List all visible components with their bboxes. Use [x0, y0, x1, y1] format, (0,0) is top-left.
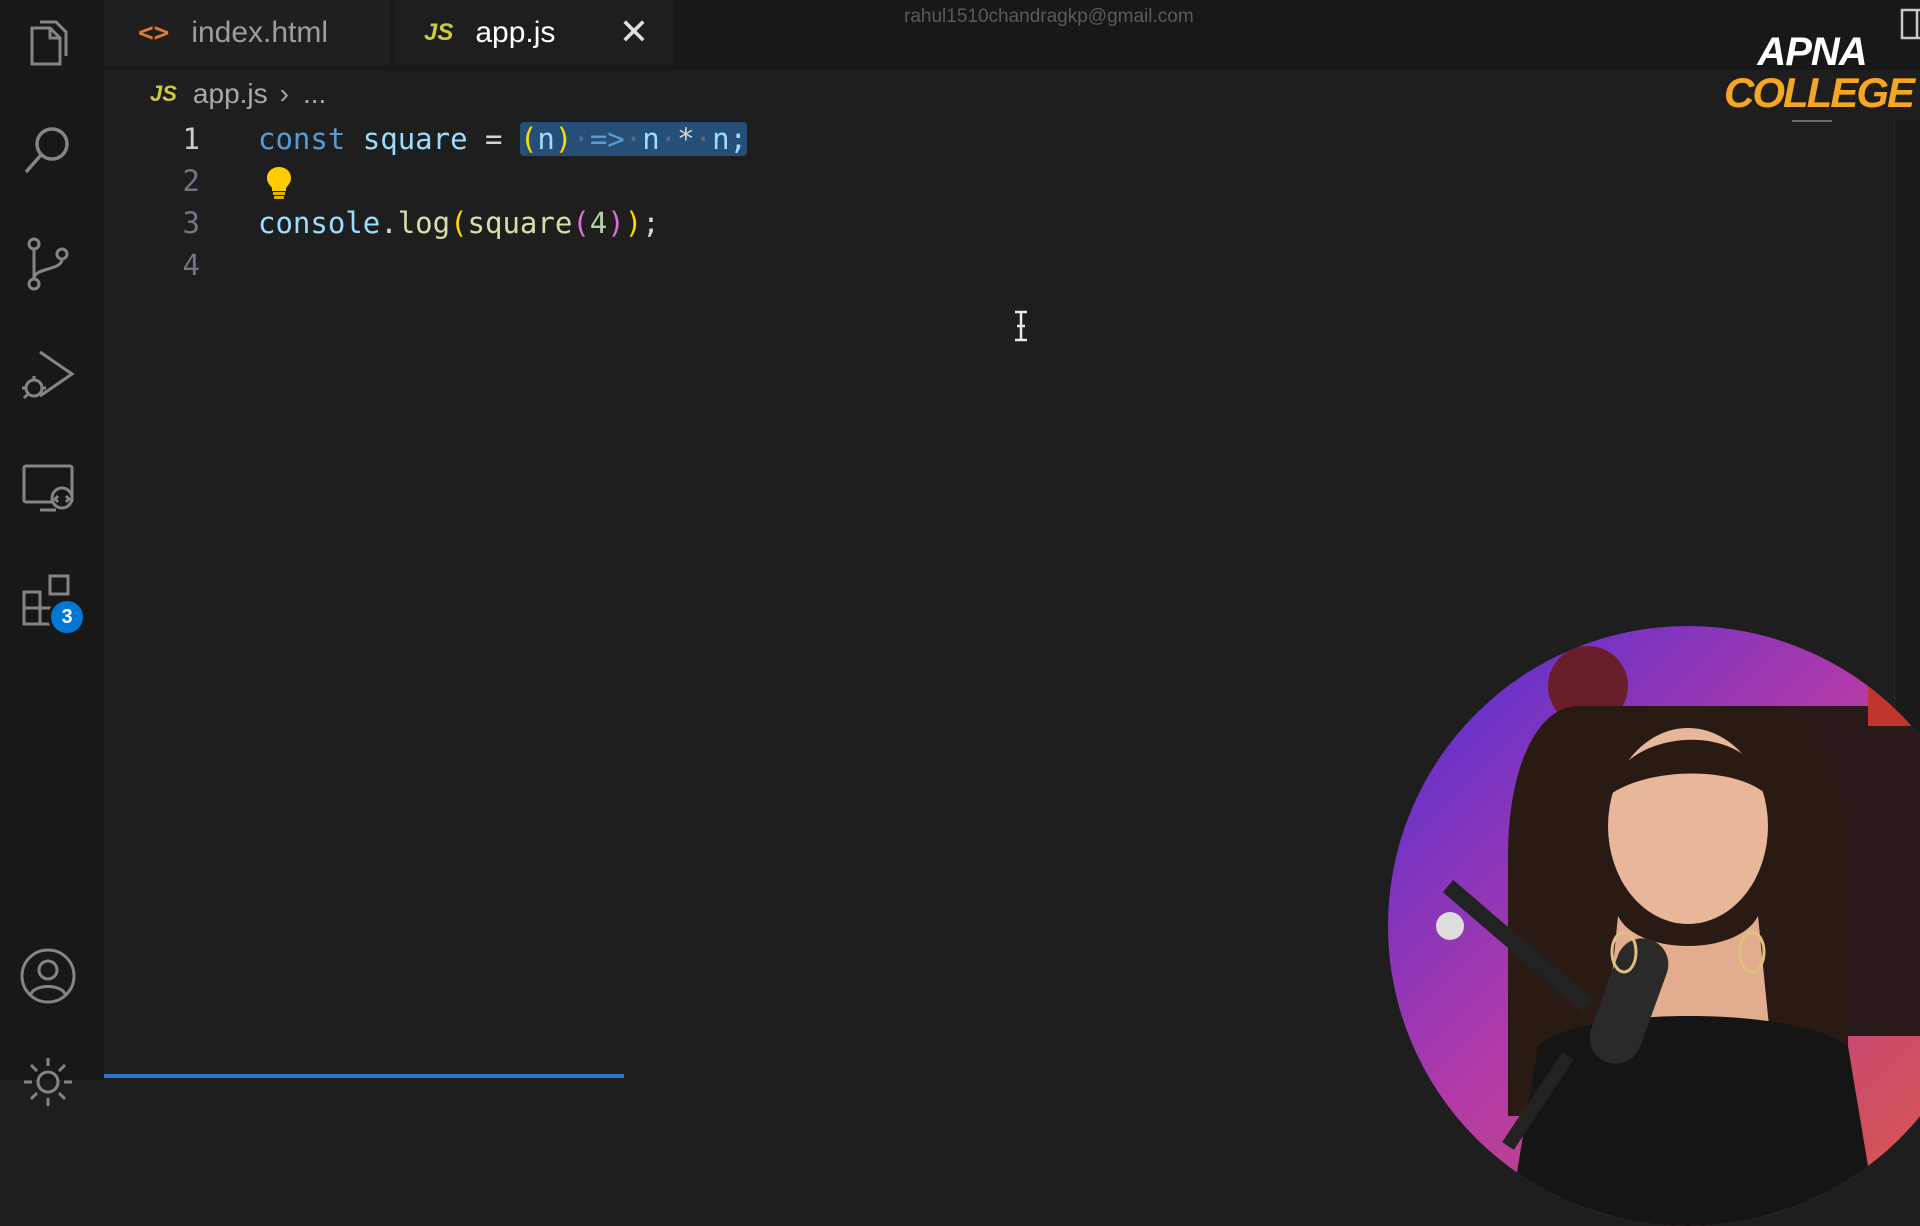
logo-line2: COLLEGE	[1724, 69, 1915, 116]
activity-bar: 3	[0, 0, 104, 1106]
tab-label: app.js	[475, 16, 556, 49]
js-file-icon: JS	[424, 19, 454, 46]
chevron-right-icon: ›	[279, 78, 289, 109]
run-debug-icon[interactable]	[16, 344, 80, 408]
source-control-icon[interactable]	[16, 232, 80, 296]
line-number: 1	[182, 122, 200, 156]
code-line: 4	[104, 244, 1894, 286]
remote-explorer-icon[interactable]	[16, 456, 80, 520]
breadcrumb-file[interactable]: app.js	[193, 78, 268, 110]
selection: (n)·=>·n·*·n;	[519, 122, 748, 156]
explorer-icon[interactable]	[16, 12, 80, 76]
tab-bar: <> index.html JS app.js ✕ rahul1510chand…	[104, 0, 1920, 70]
code-text: const square = (n)·=>·n·*·n;	[258, 122, 748, 156]
settings-gear-icon[interactable]	[16, 1050, 80, 1114]
code-text: console.log(square(4));	[258, 206, 660, 240]
code-line: 1 const square = (n)·=>·n·*·n;	[104, 118, 1894, 160]
line-number: 4	[182, 248, 200, 282]
lightbulb-icon[interactable]	[262, 164, 296, 200]
html-file-icon: <>	[138, 18, 170, 48]
account-icon[interactable]	[16, 944, 80, 1008]
split-editor-icon[interactable]	[1900, 8, 1920, 40]
line-number: 3	[182, 206, 200, 240]
code-line: 3 console.log(square(4));	[104, 202, 1894, 244]
progress-line	[104, 1074, 624, 1078]
tab-app-js[interactable]: JS app.js ✕	[394, 0, 674, 66]
close-icon[interactable]: ✕	[616, 14, 652, 50]
extensions-badge: 3	[48, 598, 86, 636]
search-icon[interactable]	[16, 118, 80, 182]
account-email: rahul1510chandragkp@gmail.com	[904, 6, 1194, 27]
line-number: 2	[182, 164, 200, 198]
code-line: 2	[104, 160, 1894, 202]
apna-college-logo: APNA COLLEGE	[1724, 30, 1915, 132]
breadcrumb-rest[interactable]: ...	[303, 78, 326, 110]
logo-line1: APNA	[1757, 30, 1867, 74]
js-file-icon: JS	[150, 81, 177, 106]
breadcrumb: JS app.js › ...	[150, 74, 326, 114]
tab-label: index.html	[191, 16, 329, 49]
text-cursor-icon	[1015, 310, 1027, 342]
tab-index-html[interactable]: <> index.html	[104, 0, 390, 66]
